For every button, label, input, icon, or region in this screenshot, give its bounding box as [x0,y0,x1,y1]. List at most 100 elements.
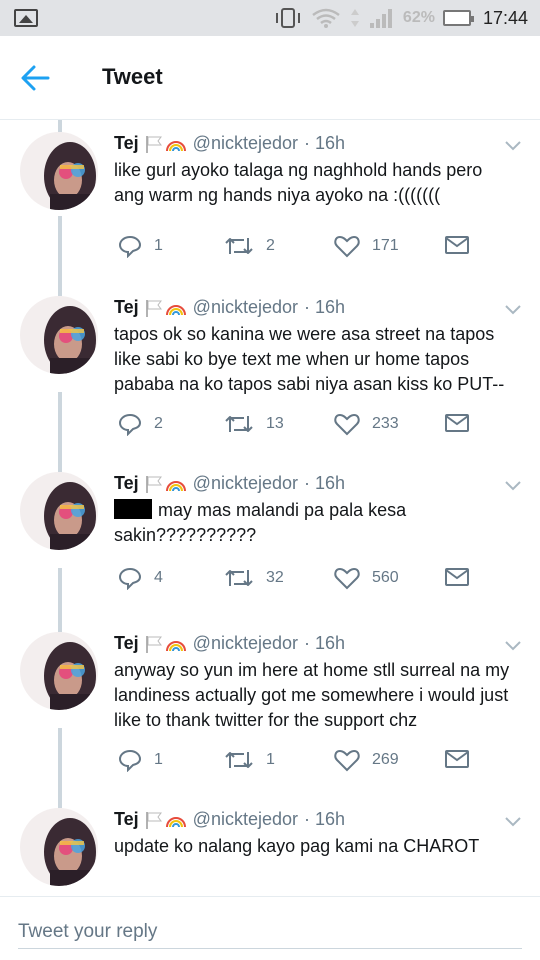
reply-count: 4 [154,569,163,586]
envelope-icon [445,568,469,586]
like-button[interactable]: 233 [334,412,399,436]
retweet-count: 13 [266,415,284,432]
rainbow-icon [165,640,186,651]
tweet-actions: 1 1 269 [114,748,494,772]
chevron-down-icon[interactable] [504,480,522,492]
avatar[interactable] [20,808,98,886]
like-button[interactable]: 269 [334,748,399,772]
heart-icon [334,235,360,258]
display-name[interactable]: Tej [114,633,139,654]
retweet-icon [225,752,253,768]
username[interactable]: @nicktejedor [193,633,298,654]
rainbow-icon [165,140,186,151]
white-flag-icon [145,475,162,493]
data-transfer-icon [350,9,359,27]
thread-connector [58,392,62,472]
reply-input[interactable] [18,915,522,949]
retweet-count: 1 [266,751,275,768]
tweet-text: like gurl ayoko talaga ng naghhold hands… [114,160,483,205]
retweet-button[interactable]: 13 [224,412,284,436]
message-button[interactable] [444,748,470,770]
chevron-down-icon[interactable] [504,816,522,828]
chevron-down-icon[interactable] [504,140,522,152]
tweet-text: anyway so yun im here at home stll surre… [114,660,510,730]
reply-button[interactable]: 1 [118,234,163,258]
redacted-block [114,499,152,519]
envelope-icon [445,236,469,254]
retweet-icon [225,416,253,432]
like-count: 269 [372,751,399,768]
retweet-button[interactable]: 32 [224,566,284,590]
avatar[interactable] [20,632,98,710]
reply-icon [118,567,142,590]
avatar[interactable] [20,132,98,210]
thread-connector [58,568,62,632]
tweet-text-content: may mas malandi pa pala kesa sakin??????… [114,500,407,545]
reply-button[interactable]: 1 [118,748,163,772]
tweet-actions: 2 13 233 [114,412,494,436]
retweet-button[interactable]: 1 [224,748,275,772]
timestamp: · 16h [304,633,346,653]
back-arrow-icon[interactable] [20,64,50,92]
reply-icon [118,749,142,772]
status-bar: 62% 17:44 [0,0,540,36]
display-name[interactable]: Tej [114,133,139,154]
tweet-actions: 1 2 171 [114,234,494,258]
profile-photo [20,132,98,210]
message-button[interactable] [444,234,470,256]
reply-icon [118,413,142,436]
timestamp: · 16h [304,297,346,317]
rainbow-icon [165,480,186,491]
username[interactable]: @nicktejedor [193,809,298,830]
reply-icon [118,235,142,258]
rainbow-icon [165,816,186,827]
app-header: Tweet [0,36,540,120]
thread-connector [58,728,62,808]
battery-percent: 62% [402,9,435,26]
reply-count: 1 [154,751,163,768]
envelope-icon [445,414,469,432]
like-button[interactable]: 171 [334,234,399,258]
reply-count: 2 [154,415,163,432]
display-name[interactable]: Tej [114,297,139,318]
avatar[interactable] [20,296,98,374]
message-button[interactable] [444,412,470,434]
retweet-icon [225,238,253,254]
white-flag-icon [145,299,162,317]
retweet-button[interactable]: 2 [224,234,275,258]
reply-button[interactable]: 4 [118,566,163,590]
like-count: 171 [372,237,399,254]
signal-icon [369,9,392,28]
display-name[interactable]: Tej [114,809,139,830]
message-button[interactable] [444,566,470,588]
username[interactable]: @nicktejedor [193,133,298,154]
rainbow-icon [165,304,186,315]
page-title: Tweet [102,64,163,89]
clock: 17:44 [482,7,528,28]
username[interactable]: @nicktejedor [193,473,298,494]
thread-connector [58,120,62,132]
retweet-count: 32 [266,569,284,586]
timestamp: · 16h [304,473,346,493]
heart-icon [334,749,360,772]
retweet-count: 2 [266,237,275,254]
reply-count: 1 [154,237,163,254]
avatar[interactable] [20,472,98,550]
gallery-notification-icon [14,9,38,27]
reply-button[interactable]: 2 [118,412,163,436]
profile-photo [20,808,98,886]
chevron-down-icon[interactable] [504,304,522,316]
username[interactable]: @nicktejedor [193,297,298,318]
envelope-icon [445,750,469,768]
like-button[interactable]: 560 [334,566,399,590]
vibrate-icon [275,8,300,28]
like-count: 560 [372,569,399,586]
display-name[interactable]: Tej [114,473,139,494]
white-flag-icon [145,811,162,829]
battery-icon [442,10,474,26]
thread-connector [58,216,62,296]
white-flag-icon [145,635,162,653]
chevron-down-icon[interactable] [504,640,522,652]
wifi-icon [312,8,340,28]
profile-photo [20,472,98,550]
